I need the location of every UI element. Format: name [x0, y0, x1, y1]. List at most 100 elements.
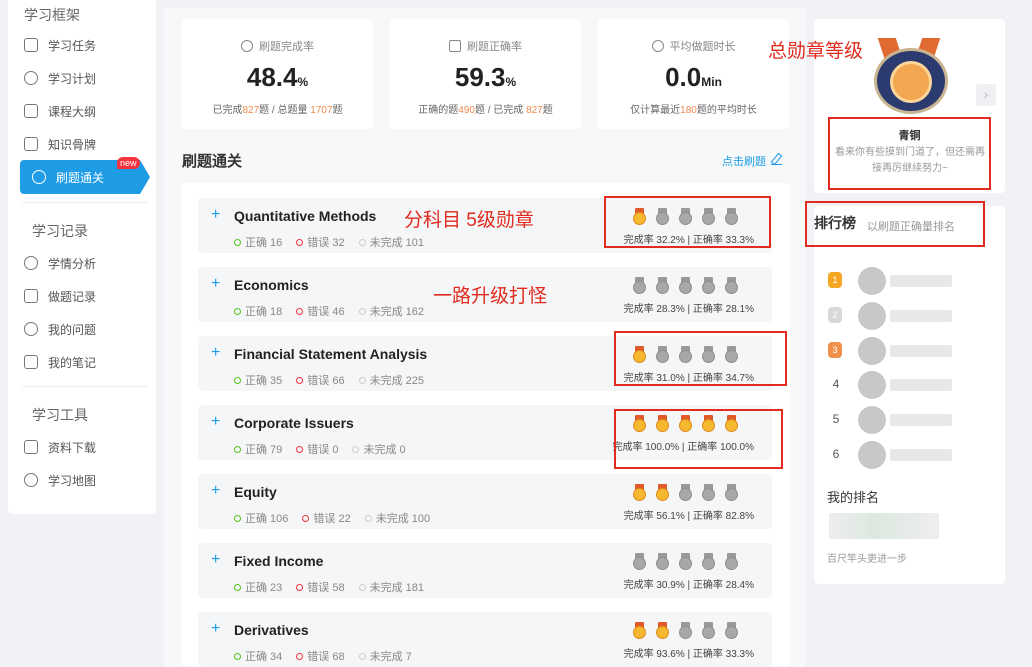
subject-row[interactable]: + Derivatives 正确 34 错误 68 未完成 7 完成率 93.6… [198, 612, 772, 667]
rank-number: 5 [832, 412, 840, 426]
expand-plus-icon[interactable]: + [211, 551, 220, 569]
sidebar-item-syllabus[interactable]: 课程大纲 [12, 97, 142, 125]
chevron-right-icon[interactable]: › [976, 84, 996, 106]
tree-icon [24, 104, 38, 118]
wrong-count: 错误 32 [307, 237, 345, 249]
wrong-dot-icon [296, 377, 304, 384]
ranking-row: 6 [828, 440, 958, 470]
sidebar-divider [22, 386, 148, 387]
expand-plus-icon[interactable]: + [211, 206, 220, 224]
subject-row[interactable]: + Equity 正确 106 错误 22 未完成 100 完成率 56.1% … [198, 474, 772, 529]
chart-icon [449, 40, 461, 52]
medal-row [632, 277, 742, 294]
wrong-dot-icon [296, 308, 304, 315]
bronze-badge-icon [874, 38, 948, 114]
todo-count: 未完成 225 [369, 375, 425, 387]
stat-title: 刷题正确率 [467, 41, 522, 53]
ranking-row: 3 [828, 336, 958, 366]
sidebar-section-tools: 学习工具 [32, 407, 88, 423]
sidebar-item-questions[interactable]: 我的问题 [12, 315, 142, 343]
subject-name: Equity [234, 484, 277, 500]
sidebar-item-history[interactable]: 做题记录 [12, 282, 142, 310]
locked-medal-icon [632, 553, 647, 570]
correct-dot-icon [234, 446, 241, 453]
download-icon [24, 440, 38, 454]
new-badge: new [117, 157, 140, 169]
todo-dot-icon [358, 377, 366, 384]
wrong-count: 错误 46 [307, 306, 345, 318]
target-icon [32, 170, 46, 184]
correct-dot-icon [234, 653, 241, 660]
subject-rates: 完成率 56.1% | 正确率 82.8% [623, 511, 754, 522]
todo-dot-icon [358, 584, 366, 591]
avatar [858, 406, 886, 434]
locked-medal-icon [678, 484, 693, 501]
locked-medal-icon [701, 484, 716, 501]
expand-plus-icon[interactable]: + [211, 275, 220, 293]
annotation-per-subject: 分科目 5级勋章 [404, 210, 534, 231]
todo-count: 未完成 181 [369, 582, 425, 594]
correct-count: 正确 16 [245, 237, 283, 249]
stat-value: 0.0 [665, 62, 702, 92]
notebook-icon [24, 355, 38, 369]
sidebar-item-tasks[interactable]: 学习任务 [12, 31, 142, 59]
expand-plus-icon[interactable]: + [211, 620, 220, 638]
sidebar-item-practice[interactable]: 刷题通关 new [20, 157, 150, 194]
subject-row[interactable]: + Fixed Income 正确 23 错误 58 未完成 181 完成率 3… [198, 543, 772, 598]
blurred-username [890, 449, 952, 461]
correct-count: 正确 106 [245, 513, 289, 525]
sidebar-item-analysis[interactable]: 学情分析 [12, 249, 142, 277]
stat-card-completion: 刷题完成率 48.4% 已完成827题 / 总题量 1707题 [182, 19, 373, 129]
blurred-username [890, 379, 952, 391]
annotation-box-medals [614, 331, 787, 386]
todo-dot-icon [358, 308, 366, 315]
target-icon [24, 71, 38, 85]
todo-count: 未完成 7 [369, 651, 412, 663]
sidebar-item-map[interactable]: 学习地图 [12, 466, 142, 494]
rank-number: 6 [832, 447, 840, 461]
locked-medal-icon [701, 622, 716, 639]
locked-medal-icon [724, 553, 739, 570]
rank-medal-icon: 3 [828, 342, 842, 358]
wrong-count: 错误 58 [307, 582, 345, 594]
expand-plus-icon[interactable]: + [211, 413, 220, 431]
stat-value: 48.4 [246, 62, 298, 92]
locked-medal-icon [724, 622, 739, 639]
ranking-row: 2 [828, 301, 958, 331]
section-title: 刷题通关 [182, 153, 243, 170]
subject-counts: 正确 16 错误 32 未完成 101 [234, 234, 438, 250]
annotation-box-badge [828, 117, 991, 190]
expand-plus-icon[interactable]: + [211, 344, 220, 362]
wrong-dot-icon [296, 446, 304, 453]
blurred-username [890, 345, 952, 357]
locked-medal-icon [678, 622, 693, 639]
stat-unit: % [297, 75, 309, 89]
correct-dot-icon [234, 584, 241, 591]
rank-medal-icon: 2 [828, 307, 842, 323]
start-practice-link[interactable]: 点击刷题 [722, 153, 782, 169]
sidebar-item-knowledge[interactable]: 知识骨牌 [12, 130, 142, 158]
medal-row [632, 484, 742, 501]
sidebar-item-downloads[interactable]: 资料下载 [12, 433, 142, 461]
correct-dot-icon [234, 308, 241, 315]
annotation-total-badge: 总勋章等级 [768, 41, 864, 62]
stat-unit: Min [701, 75, 722, 89]
correct-count: 正确 18 [245, 306, 283, 318]
wrong-count: 错误 66 [307, 375, 345, 387]
sidebar-item-plan[interactable]: 学习计划 [12, 64, 142, 92]
locked-medal-icon [655, 553, 670, 570]
correct-count: 正确 34 [245, 651, 283, 663]
wrong-count: 错误 68 [307, 651, 345, 663]
locked-medal-icon [678, 553, 693, 570]
blurred-username [890, 275, 952, 287]
subject-counts: 正确 35 错误 66 未完成 225 [234, 372, 438, 388]
sidebar-item-notes[interactable]: 我的笔记 [12, 348, 142, 376]
correct-dot-icon [234, 239, 241, 246]
todo-dot-icon [358, 239, 366, 246]
todo-dot-icon [364, 515, 372, 522]
clock-icon [651, 40, 664, 52]
subject-counts: 正确 23 错误 58 未完成 181 [234, 579, 438, 595]
avatar [858, 267, 886, 295]
ranking-row: 1 [828, 266, 958, 296]
expand-plus-icon[interactable]: + [211, 482, 220, 500]
